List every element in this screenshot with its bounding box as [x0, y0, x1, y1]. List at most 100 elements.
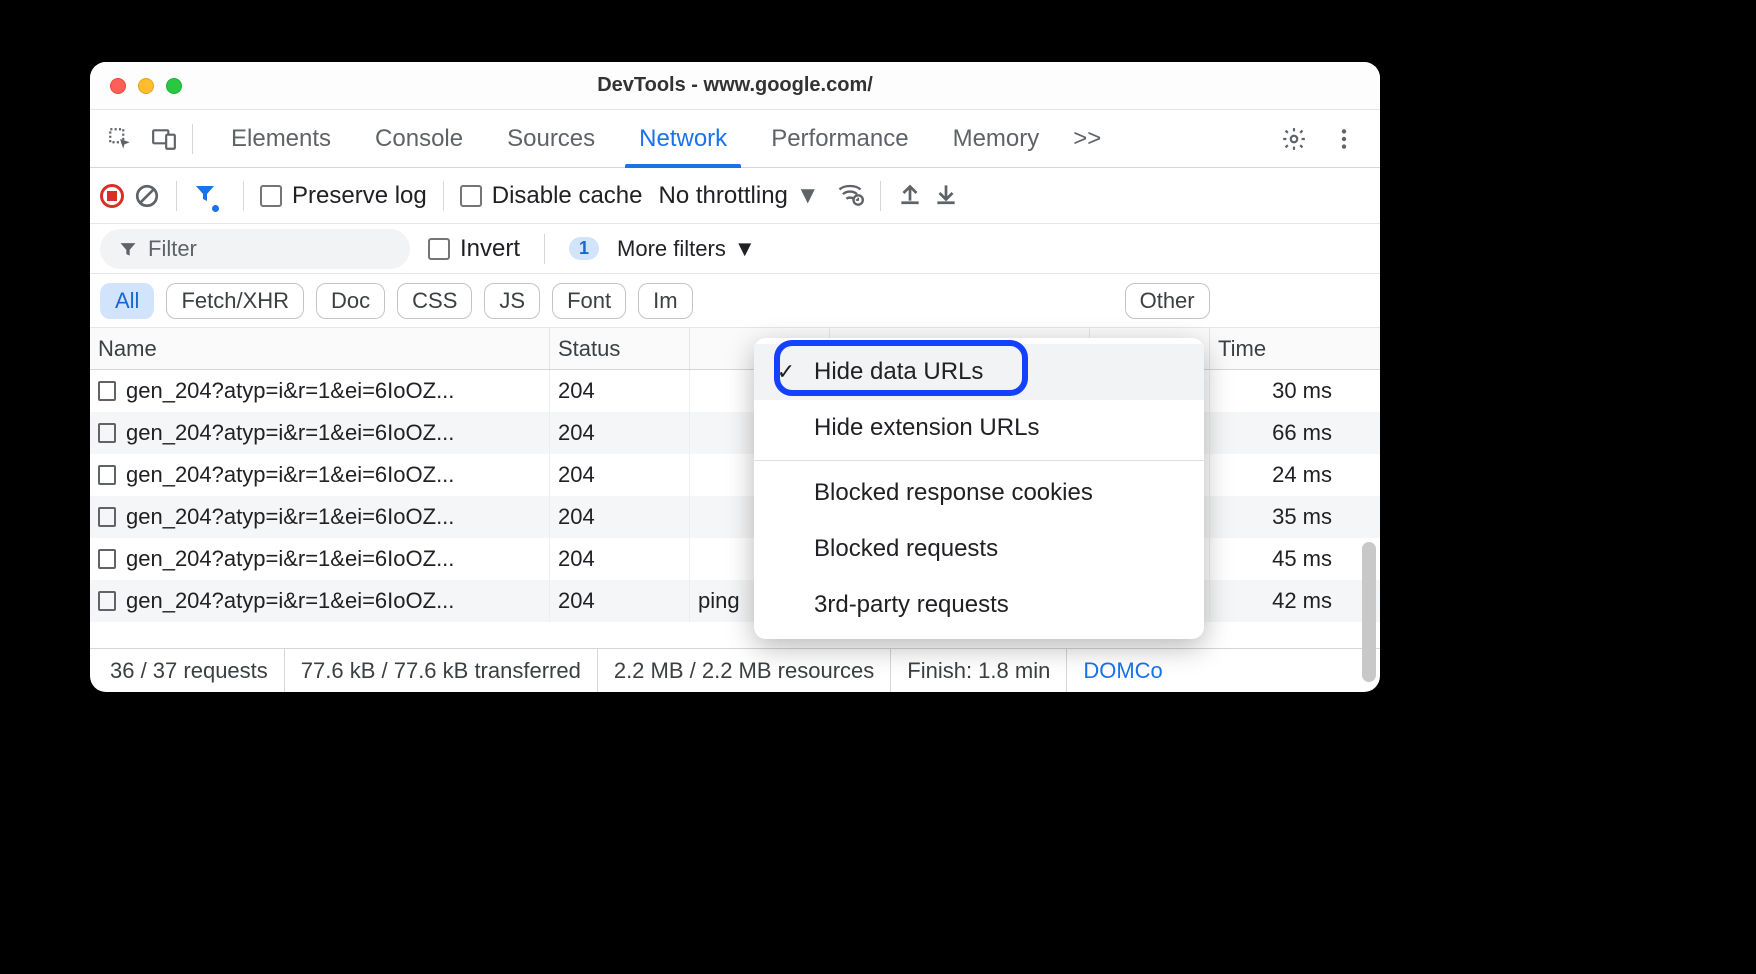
tab-label: Console: [375, 125, 463, 153]
checkbox-label: Invert: [460, 235, 520, 263]
cell-status: 204: [550, 412, 690, 454]
status-resources: 2.2 MB / 2.2 MB resources: [598, 649, 891, 692]
cell-time: 66 ms: [1210, 412, 1340, 454]
tab-sources[interactable]: Sources: [485, 110, 617, 168]
check-icon: ✓: [774, 359, 798, 385]
tab-memory[interactable]: Memory: [931, 110, 1062, 168]
status-bar: 36 / 37 requests 77.6 kB / 77.6 kB trans…: [90, 648, 1380, 692]
cell-status: 204: [550, 538, 690, 580]
status-transferred: 77.6 kB / 77.6 kB transferred: [285, 649, 598, 692]
tab-label: Sources: [507, 125, 595, 153]
menu-blocked-response-cookies[interactable]: Blocked response cookies: [754, 465, 1204, 521]
more-tabs-button[interactable]: >>: [1061, 125, 1113, 153]
document-icon: [98, 507, 116, 527]
document-icon: [98, 549, 116, 569]
download-har-icon[interactable]: [933, 180, 959, 211]
document-icon: [98, 423, 116, 443]
active-filter-badge: 1: [569, 237, 599, 260]
record-button[interactable]: [100, 184, 124, 208]
titlebar: DevTools - www.google.com/: [90, 62, 1380, 110]
tab-elements[interactable]: Elements: [209, 110, 353, 168]
col-name[interactable]: Name: [90, 328, 550, 369]
menu-label: Blocked requests: [814, 535, 998, 563]
chip-other[interactable]: Other: [1125, 283, 1210, 319]
cell-time: 45 ms: [1210, 538, 1340, 580]
tab-label: Elements: [231, 125, 331, 153]
chip-img[interactable]: Im: [638, 283, 692, 319]
chip-fetch-xhr[interactable]: Fetch/XHR: [166, 283, 304, 319]
cell-time: 42 ms: [1210, 580, 1340, 622]
col-status[interactable]: Status: [550, 328, 690, 369]
scrollbar[interactable]: [1362, 542, 1376, 682]
document-icon: [98, 381, 116, 401]
chip-js[interactable]: JS: [484, 283, 540, 319]
cell-name: gen_204?atyp=i&r=1&ei=6IoOZ...: [90, 538, 550, 580]
filter-row: Filter Invert 1 More filters ▼: [90, 224, 1380, 274]
checkbox-icon: [428, 238, 450, 260]
status-finish: Finish: 1.8 min: [891, 649, 1067, 692]
minimize-window-button[interactable]: [138, 78, 154, 94]
tab-label: Memory: [953, 125, 1040, 153]
kebab-menu-icon[interactable]: [1322, 117, 1366, 161]
device-toolbar-icon[interactable]: [142, 117, 186, 161]
window-title: DevTools - www.google.com/: [90, 74, 1380, 97]
menu-label: 3rd-party requests: [814, 591, 1009, 619]
panel-tabs: Elements Console Sources Network Perform…: [209, 110, 1061, 168]
clear-button[interactable]: [134, 183, 160, 209]
cell-status: 204: [550, 370, 690, 412]
tab-performance[interactable]: Performance: [749, 110, 930, 168]
close-window-button[interactable]: [110, 78, 126, 94]
settings-icon[interactable]: [1272, 117, 1316, 161]
cell-name: gen_204?atyp=i&r=1&ei=6IoOZ...: [90, 496, 550, 538]
upload-har-icon[interactable]: [897, 180, 923, 211]
menu-label: Blocked response cookies: [814, 479, 1093, 507]
caret-down-icon: ▼: [734, 236, 756, 262]
cell-status: 204: [550, 454, 690, 496]
throttling-select[interactable]: No throttling ▼: [652, 182, 825, 210]
cell-status: 204: [550, 496, 690, 538]
network-toolbar: Preserve log Disable cache No throttling…: [90, 168, 1380, 224]
document-icon: [98, 591, 116, 611]
status-requests: 36 / 37 requests: [94, 649, 285, 692]
col-time[interactable]: Time: [1210, 328, 1340, 369]
invert-checkbox[interactable]: Invert: [428, 235, 520, 263]
tab-console[interactable]: Console: [353, 110, 485, 168]
filter-input[interactable]: Filter: [100, 229, 410, 269]
chip-all[interactable]: All: [100, 283, 154, 319]
cell-name: gen_204?atyp=i&r=1&ei=6IoOZ...: [90, 412, 550, 454]
chip-css[interactable]: CSS: [397, 283, 472, 319]
tab-label: Network: [639, 125, 727, 153]
menu-blocked-requests[interactable]: Blocked requests: [754, 521, 1204, 577]
tab-network[interactable]: Network: [617, 110, 749, 168]
cell-time: 24 ms: [1210, 454, 1340, 496]
cell-name: gen_204?atyp=i&r=1&ei=6IoOZ...: [90, 454, 550, 496]
funnel-icon: [118, 239, 138, 259]
menu-hide-data-urls[interactable]: ✓ Hide data URLs: [754, 344, 1204, 400]
filter-toggle-icon[interactable]: [193, 181, 217, 210]
cell-name: gen_204?atyp=i&r=1&ei=6IoOZ...: [90, 370, 550, 412]
cell-name: gen_204?atyp=i&r=1&ei=6IoOZ...: [90, 580, 550, 622]
caret-down-icon: ▼: [796, 182, 820, 210]
menu-label: Hide extension URLs: [814, 414, 1039, 442]
inspect-element-icon[interactable]: [98, 117, 142, 161]
checkbox-icon: [260, 185, 282, 207]
chip-doc[interactable]: Doc: [316, 283, 385, 319]
filter-placeholder: Filter: [148, 236, 197, 262]
separator: [192, 124, 193, 154]
cell-time: 35 ms: [1210, 496, 1340, 538]
cell-time: 30 ms: [1210, 370, 1340, 412]
disable-cache-checkbox[interactable]: Disable cache: [460, 182, 643, 210]
menu-label: Hide data URLs: [814, 358, 983, 386]
document-icon: [98, 465, 116, 485]
menu-hide-extension-urls[interactable]: Hide extension URLs: [754, 400, 1204, 456]
devtools-window: DevTools - www.google.com/ Elements Cons…: [90, 62, 1380, 692]
chip-font[interactable]: Font: [552, 283, 626, 319]
more-filters-label: More filters: [617, 236, 726, 262]
menu-3rd-party-requests[interactable]: 3rd-party requests: [754, 577, 1204, 633]
tabs-row: Elements Console Sources Network Perform…: [90, 110, 1380, 168]
maximize-window-button[interactable]: [166, 78, 182, 94]
network-conditions-icon[interactable]: [836, 179, 864, 212]
preserve-log-checkbox[interactable]: Preserve log: [260, 182, 427, 210]
checkbox-label: Disable cache: [492, 182, 643, 210]
more-filters-button[interactable]: More filters ▼: [617, 236, 756, 262]
